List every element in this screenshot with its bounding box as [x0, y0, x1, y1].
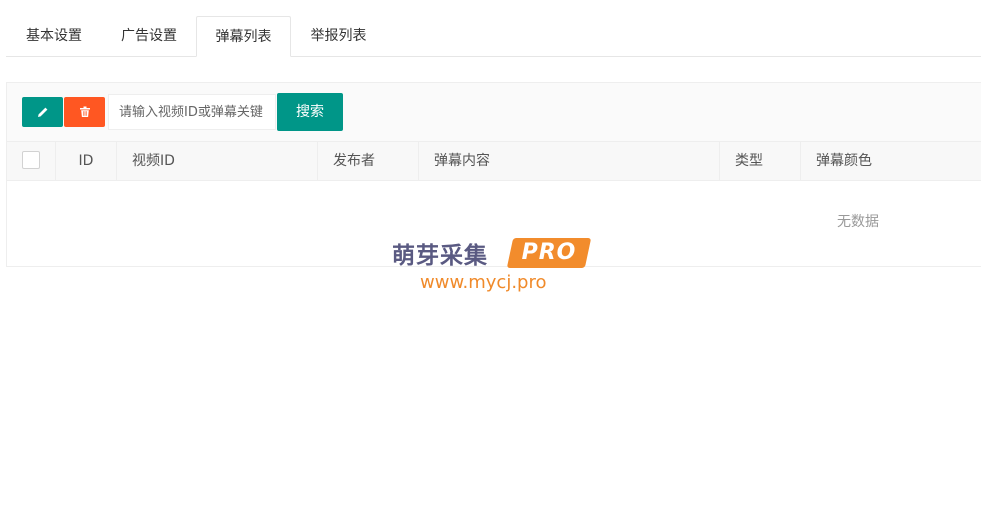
- select-all-cell: [7, 142, 56, 180]
- tab-report-list[interactable]: 举报列表: [291, 16, 386, 57]
- tab-bar: 基本设置 广告设置 弹幕列表 举报列表: [6, 16, 981, 57]
- watermark-badge: PRO: [506, 238, 592, 268]
- search-input[interactable]: [108, 94, 276, 130]
- column-header-color[interactable]: 弹幕颜色: [801, 142, 981, 180]
- trash-icon: [79, 106, 90, 117]
- delete-button[interactable]: [64, 97, 105, 127]
- danmaku-table-panel: 搜索 ID 视频ID 发布者 弹幕内容 类型 弹幕颜色 无数据: [6, 82, 981, 267]
- tab-ad-settings[interactable]: 广告设置: [102, 16, 196, 57]
- column-header-content[interactable]: 弹幕内容: [419, 142, 720, 180]
- edit-button[interactable]: [22, 97, 63, 127]
- tab-danmaku-list[interactable]: 弹幕列表: [196, 16, 291, 57]
- toolbar: 搜索: [7, 83, 981, 142]
- empty-state-text: 无数据: [837, 214, 879, 230]
- search-button[interactable]: 搜索: [277, 93, 343, 131]
- column-header-id[interactable]: ID: [56, 142, 117, 180]
- watermark-badge-text: PRO: [521, 240, 577, 265]
- column-header-publisher[interactable]: 发布者: [318, 142, 419, 180]
- table-header: ID 视频ID 发布者 弹幕内容 类型 弹幕颜色: [7, 142, 981, 181]
- column-header-type[interactable]: 类型: [720, 142, 801, 180]
- column-header-video-id[interactable]: 视频ID: [117, 142, 318, 180]
- tab-basic-settings[interactable]: 基本设置: [6, 16, 102, 57]
- pencil-icon: [37, 107, 47, 117]
- select-all-checkbox[interactable]: [22, 151, 40, 169]
- watermark-url: www.mycj.pro: [420, 272, 547, 293]
- watermark-name: 萌芽采集: [392, 243, 488, 269]
